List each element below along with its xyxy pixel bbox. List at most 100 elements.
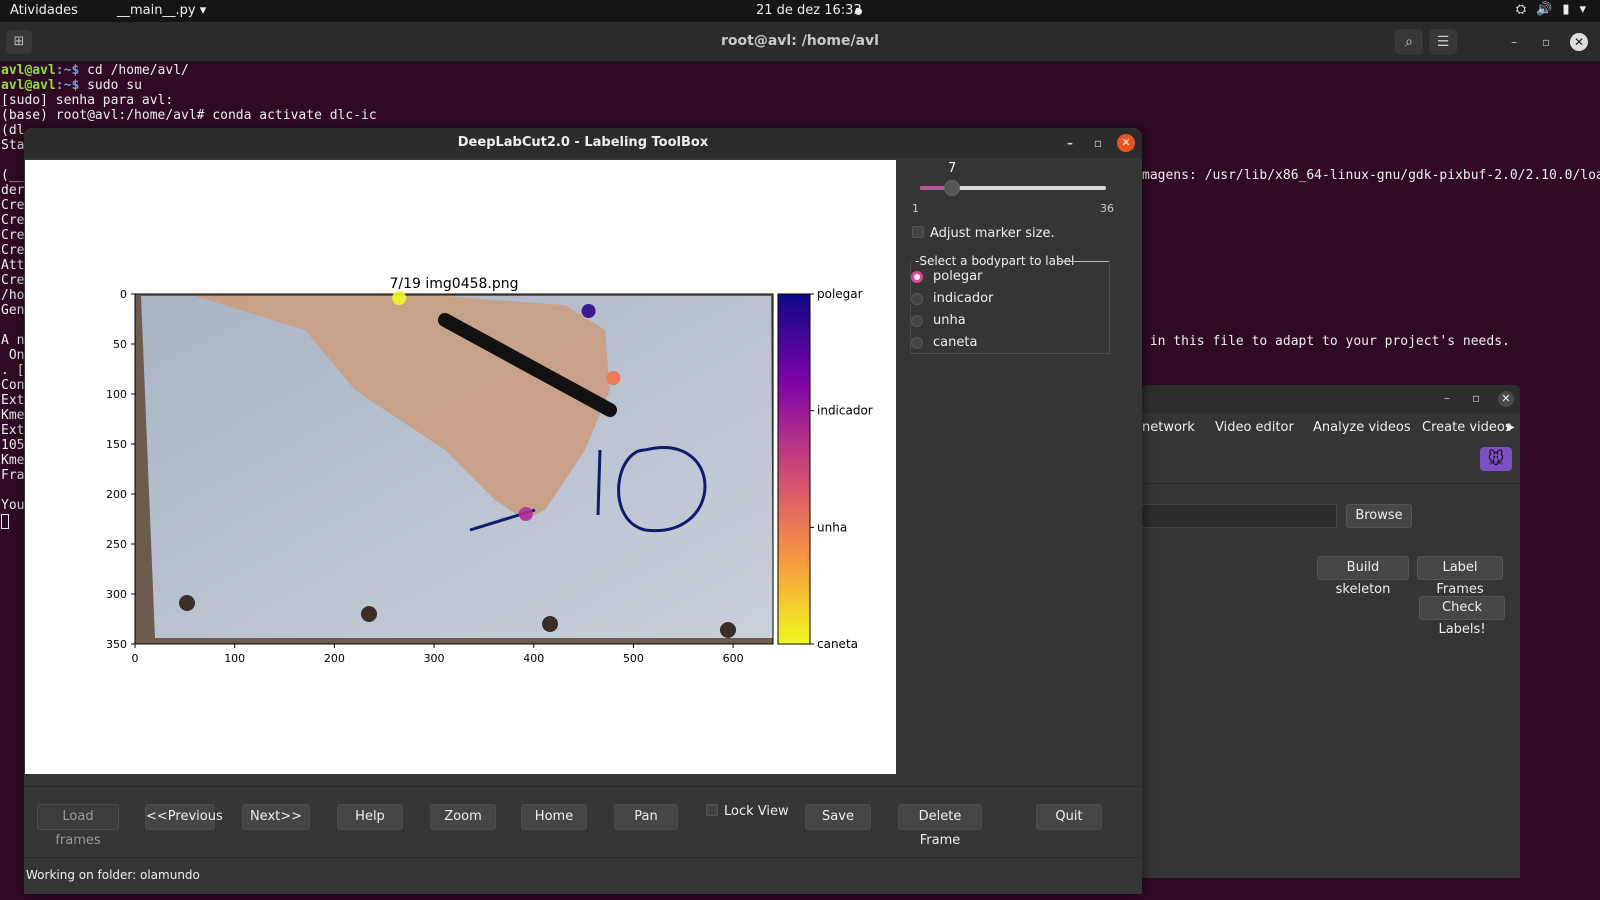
terminal-title: root@avl: /home/avl bbox=[721, 33, 879, 49]
help-button[interactable]: Help bbox=[337, 804, 403, 830]
checkbox-box[interactable] bbox=[706, 804, 718, 816]
marker-unha[interactable] bbox=[606, 371, 621, 385]
hamburger-menu-icon[interactable]: ☰ bbox=[1429, 29, 1457, 55]
marker-polegar[interactable] bbox=[581, 304, 596, 318]
load-frames-button[interactable]: Load frames bbox=[37, 804, 119, 848]
colorbar-label: indicador bbox=[817, 404, 873, 418]
terminal-line: On bbox=[1, 348, 25, 363]
y-tick-label: 300 bbox=[106, 588, 127, 601]
hole-mark bbox=[179, 595, 195, 611]
deeplabcut-main-window: – ▫ ✕ network Video editor Analyze video… bbox=[1142, 385, 1520, 878]
terminal-line: Cre bbox=[1, 243, 25, 258]
marker-caneta[interactable] bbox=[392, 291, 407, 305]
terminal-line: You bbox=[1, 498, 25, 513]
activities-button[interactable]: Atividades bbox=[10, 3, 78, 18]
marker-indicador[interactable] bbox=[518, 507, 533, 521]
browse-button[interactable]: Browse bbox=[1346, 504, 1412, 528]
close-icon[interactable]: ✕ bbox=[1570, 33, 1588, 51]
zoom-button[interactable]: Zoom bbox=[430, 804, 496, 830]
plot-title: 7/19 img0458.png bbox=[389, 276, 518, 292]
system-menu-icon[interactable]: ▾ bbox=[1579, 2, 1586, 17]
clock[interactable]: 21 de dez 16:33 bbox=[756, 3, 862, 18]
terminal-line: Ext bbox=[1, 393, 25, 408]
pan-button[interactable]: Pan bbox=[614, 804, 678, 830]
terminal-line: (__ bbox=[1, 168, 25, 183]
frame-slider-handle[interactable] bbox=[943, 180, 960, 196]
save-button[interactable]: Save bbox=[805, 804, 871, 830]
volume-icon[interactable]: 🔊 bbox=[1536, 2, 1552, 17]
label-frames-button[interactable]: Label Frames bbox=[1417, 556, 1503, 597]
lock-view-label: Lock View bbox=[724, 804, 789, 819]
minimize-icon[interactable]: – bbox=[1505, 33, 1523, 51]
maximize-icon[interactable]: ▫ bbox=[1472, 391, 1480, 405]
terminal-line: Cre bbox=[1, 273, 25, 288]
bodypart-group-title: -Select a bodypart to label bbox=[915, 254, 1077, 268]
dlc-logo-icon: 🐭 bbox=[1480, 447, 1512, 471]
terminal-line: [sudo] senha para avl: bbox=[1, 93, 174, 108]
bodypart-option-polegar[interactable]: polegar bbox=[911, 269, 982, 284]
frame-image[interactable] bbox=[135, 294, 773, 644]
y-tick-label: 0 bbox=[120, 288, 127, 301]
terminal-header: ⊞ root@avl: /home/avl ⌕ ☰ – ▫ ✕ bbox=[0, 22, 1600, 62]
app-menu[interactable]: __main__.py ▾ bbox=[117, 3, 206, 18]
build-skeleton-button[interactable]: Build skeleton bbox=[1317, 556, 1409, 597]
next-button[interactable]: Next>> bbox=[242, 804, 310, 830]
search-icon[interactable]: ⌕ bbox=[1395, 29, 1423, 55]
frame-slider-track[interactable] bbox=[920, 180, 1106, 196]
lock-view-checkbox[interactable]: Lock View bbox=[706, 804, 789, 819]
quit-button[interactable]: Quit bbox=[1036, 804, 1102, 830]
slider-max: 36 bbox=[1100, 202, 1114, 215]
previous-button[interactable]: <<Previous bbox=[145, 804, 223, 830]
terminal-line: Sta bbox=[1, 138, 25, 153]
bodypart-option-indicador[interactable]: indicador bbox=[911, 291, 993, 306]
tab-video-editor[interactable]: Video editor bbox=[1215, 420, 1294, 435]
terminal-line: Att bbox=[1, 258, 25, 273]
home-button[interactable]: Home bbox=[521, 804, 587, 830]
system-tray[interactable]: ⛭ 🔊 ▮ ▾ bbox=[1516, 2, 1586, 17]
delete-frame-button[interactable]: Delete Frame bbox=[898, 804, 982, 848]
battery-icon[interactable]: ▮ bbox=[1562, 2, 1569, 17]
check-labels-button[interactable]: Check Labels! bbox=[1419, 596, 1505, 637]
close-icon[interactable]: ✕ bbox=[1117, 134, 1135, 152]
bodypart-option-unha[interactable]: unha bbox=[911, 313, 966, 328]
terminal-line: (base) root@avl:/home/avl# conda activat… bbox=[1, 108, 377, 123]
y-tick-label: 250 bbox=[106, 538, 127, 551]
slider-value: 7 bbox=[948, 161, 957, 176]
maximize-icon[interactable]: ▫ bbox=[1537, 33, 1555, 51]
network-icon[interactable]: ⛭ bbox=[1516, 2, 1526, 17]
terminal-line: Fra bbox=[1, 468, 25, 483]
close-icon[interactable]: ✕ bbox=[1498, 391, 1514, 407]
side-panel: 7 1 36 Adjust marker size. -Select a bod… bbox=[896, 160, 1142, 774]
terminal-line: Gen bbox=[1, 303, 25, 318]
notification-dot-icon bbox=[855, 8, 862, 15]
terminal-line: avl@avl:~$ cd /home/avl/ bbox=[1, 63, 189, 78]
tab-network[interactable]: network bbox=[1142, 420, 1195, 435]
x-tick-label: 500 bbox=[623, 652, 644, 665]
maximize-icon[interactable]: ▫ bbox=[1089, 134, 1107, 152]
minimize-icon[interactable]: – bbox=[1444, 391, 1450, 405]
labeling-window-title: DeepLabCut2.0 - Labeling ToolBox bbox=[457, 135, 709, 150]
tab-create-videos[interactable]: Create videos bbox=[1422, 420, 1512, 435]
labeling-plot[interactable]: 7/19 img0458.png 0 100 200 300 400 500 600 0 50… bbox=[25, 160, 896, 774]
path-input[interactable] bbox=[1142, 504, 1337, 528]
terminal-line: /ho bbox=[1, 288, 25, 303]
checkbox-box[interactable] bbox=[912, 226, 924, 238]
status-text: Working on folder: olamundo bbox=[26, 868, 200, 882]
y-tick-label: 50 bbox=[113, 338, 127, 351]
terminal-line: Cre bbox=[1, 228, 25, 243]
status-bar: Working on folder: olamundo bbox=[24, 857, 1142, 894]
terminal-line: (dl bbox=[1, 123, 25, 138]
plot-canvas[interactable]: 7/19 img0458.png 0 100 200 300 400 500 600 0 50… bbox=[25, 160, 896, 774]
colorbar bbox=[777, 293, 811, 645]
minimize-icon[interactable]: – bbox=[1061, 134, 1079, 152]
tab-analyze-videos[interactable]: Analyze videos bbox=[1313, 420, 1411, 435]
adjust-marker-checkbox[interactable]: Adjust marker size. bbox=[912, 226, 1055, 241]
labeling-titlebar: DeepLabCut2.0 - Labeling ToolBox – ▫ ✕ bbox=[24, 128, 1142, 158]
terminal-line: Kme bbox=[1, 408, 25, 423]
colorbar-label: polegar bbox=[817, 287, 863, 301]
tab-scroll-right-icon[interactable]: ▶ bbox=[1507, 422, 1515, 433]
bodypart-option-caneta[interactable]: caneta bbox=[911, 335, 977, 350]
slider-min: 1 bbox=[912, 202, 919, 215]
bodypart-group: -Select a bodypart to label polegar indi… bbox=[910, 254, 1110, 354]
terminal-line: Con bbox=[1, 378, 25, 393]
